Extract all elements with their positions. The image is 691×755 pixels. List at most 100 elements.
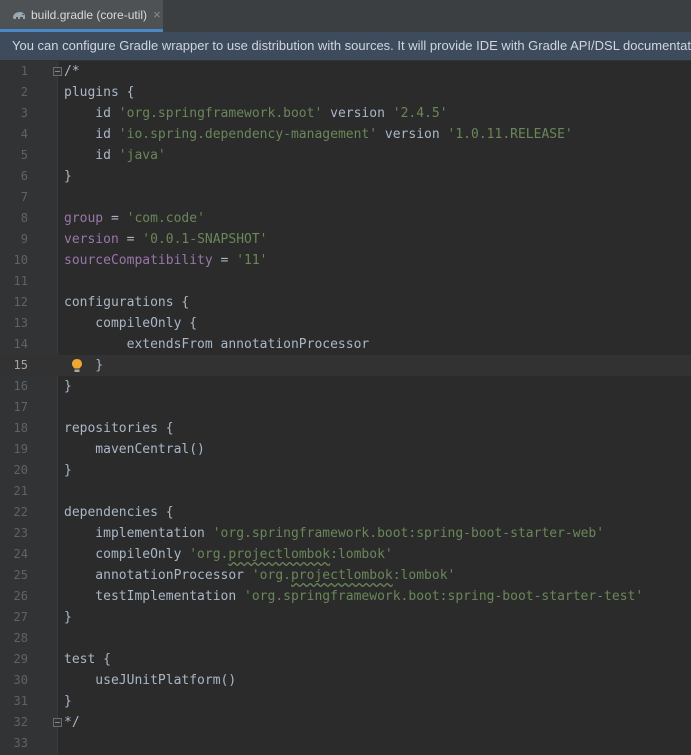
line-number: 24 — [13, 547, 28, 561]
code-line[interactable]: 17 — [0, 397, 691, 418]
line-number: 27 — [13, 610, 28, 624]
line-number: 15 — [13, 358, 28, 372]
code-line[interactable]: 28 — [0, 628, 691, 649]
code-text: plugins { — [64, 82, 134, 103]
code-line[interactable]: 24 compileOnly 'org.projectlombok:lombok… — [0, 544, 691, 565]
code-line[interactable]: 32 */ — [0, 712, 691, 733]
code-text: configurations { — [64, 292, 189, 313]
line-number: 8 — [20, 211, 28, 225]
code-line[interactable]: 5 id 'java' — [0, 145, 691, 166]
code-token: = — [212, 253, 237, 268]
line-number: 5 — [20, 148, 28, 162]
code-line[interactable]: 14 extendsFrom annotationProcessor — [0, 334, 691, 355]
code-text: id 'java' — [64, 145, 165, 166]
code-token: version — [377, 127, 448, 142]
code-token: '0.0.1-SNAPSHOT' — [142, 232, 268, 247]
code-line[interactable]: 4 id 'io.spring.dependency-management' v… — [0, 124, 691, 145]
code-token: '11' — [236, 253, 268, 268]
code-token: } — [64, 169, 72, 184]
code-text: version = '0.0.1-SNAPSHOT' — [64, 229, 268, 250]
code-token: '2.4.5' — [392, 106, 448, 121]
code-line[interactable]: 9 version = '0.0.1-SNAPSHOT' — [0, 229, 691, 250]
code-token: version — [64, 232, 119, 247]
code-text: } — [64, 376, 72, 397]
code-text: } — [64, 166, 72, 187]
code-line[interactable]: 18 repositories { — [0, 418, 691, 439]
line-number: 11 — [13, 274, 28, 288]
code-line[interactable]: 13 compileOnly { — [0, 313, 691, 334]
line-number: 6 — [20, 169, 28, 183]
code-editor[interactable]: 1 /* 2 plugins {3 id 'org.springframework.b… — [0, 61, 691, 755]
code-text: /* — [64, 61, 80, 82]
code-line[interactable]: 11 — [0, 271, 691, 292]
code-line[interactable]: 31} — [0, 691, 691, 712]
code-text: compileOnly { — [64, 313, 197, 334]
code-line[interactable]: 22 dependencies { — [0, 502, 691, 523]
code-line[interactable]: 19 mavenCentral() — [0, 439, 691, 460]
line-number: 26 — [13, 589, 28, 603]
line-number: 1 — [20, 64, 28, 78]
code-token: 'org.springframework.boot:spring-boot-st… — [244, 589, 644, 604]
code-text: test { — [64, 649, 111, 670]
line-number: 32 — [13, 715, 28, 729]
line-number: 22 — [13, 505, 28, 519]
code-token: :lombok' — [330, 547, 393, 562]
code-token: } — [64, 379, 72, 394]
code-line[interactable]: 25 annotationProcessor 'org.projectlombo… — [0, 565, 691, 586]
code-line[interactable]: 29 test { — [0, 649, 691, 670]
code-line[interactable]: 10 sourceCompatibility = '11' — [0, 250, 691, 271]
line-number: 3 — [20, 106, 28, 120]
code-line[interactable]: 16} — [0, 376, 691, 397]
code-line[interactable]: 7 — [0, 187, 691, 208]
fold-toggle-icon[interactable] — [53, 67, 62, 76]
code-line[interactable]: 12 configurations { — [0, 292, 691, 313]
code-token: projectlombok — [290, 568, 393, 583]
code-text: implementation 'org.springframework.boot… — [64, 523, 604, 544]
close-tab-icon[interactable]: × — [153, 7, 161, 22]
code-text: annotationProcessor 'org.projectlombok:l… — [64, 565, 455, 586]
code-line[interactable]: 27} — [0, 607, 691, 628]
code-token: } — [64, 610, 72, 625]
code-line[interactable]: 23 implementation 'org.springframework.b… — [0, 523, 691, 544]
code-line[interactable]: 15 } — [0, 355, 691, 376]
code-token: 'org. — [189, 547, 229, 562]
line-number: 19 — [13, 442, 28, 456]
code-line[interactable]: 8 group = 'com.code' — [0, 208, 691, 229]
code-text: mavenCentral() — [64, 439, 205, 460]
code-token: /* — [64, 64, 80, 79]
code-token: 'org. — [251, 568, 291, 583]
code-line[interactable]: 33 — [0, 733, 691, 754]
line-number: 18 — [13, 421, 28, 435]
code-token: version — [322, 106, 393, 121]
code-text: compileOnly 'org.projectlombok:lombok' — [64, 544, 393, 565]
line-number: 12 — [13, 295, 28, 309]
code-line[interactable]: 6} — [0, 166, 691, 187]
code-text: useJUnitPlatform() — [64, 670, 236, 691]
line-number: 21 — [13, 484, 28, 498]
code-line[interactable]: 1 /* — [0, 61, 691, 82]
fold-toggle-icon[interactable] — [53, 718, 62, 727]
code-text: extendsFrom annotationProcessor — [64, 334, 370, 355]
line-number: 17 — [13, 400, 28, 414]
code-line[interactable]: 20} — [0, 460, 691, 481]
code-token: id — [64, 148, 119, 163]
code-text: } — [64, 691, 72, 712]
line-number: 30 — [13, 673, 28, 687]
code-line[interactable]: 26 testImplementation 'org.springframewo… — [0, 586, 691, 607]
code-line[interactable]: 3 id 'org.springframework.boot' version … — [0, 103, 691, 124]
line-number: 28 — [13, 631, 28, 645]
code-line[interactable]: 2 plugins { — [0, 82, 691, 103]
code-text: } — [64, 355, 103, 376]
code-token: useJUnitPlatform() — [64, 673, 237, 688]
line-number: 31 — [13, 694, 28, 708]
code-text: } — [64, 460, 72, 481]
code-token: id — [64, 127, 119, 142]
code-token: testImplementation — [64, 589, 245, 604]
code-line[interactable]: 30 useJUnitPlatform() — [0, 670, 691, 691]
code-line[interactable]: 21 — [0, 481, 691, 502]
code-token: = — [103, 211, 127, 226]
line-number: 2 — [20, 85, 28, 99]
gradle-elephant-icon — [13, 11, 25, 19]
tab-build-gradle[interactable]: build.gradle (core-util) × — [0, 0, 163, 32]
code-text: id 'io.spring.dependency-management' ver… — [64, 124, 572, 145]
